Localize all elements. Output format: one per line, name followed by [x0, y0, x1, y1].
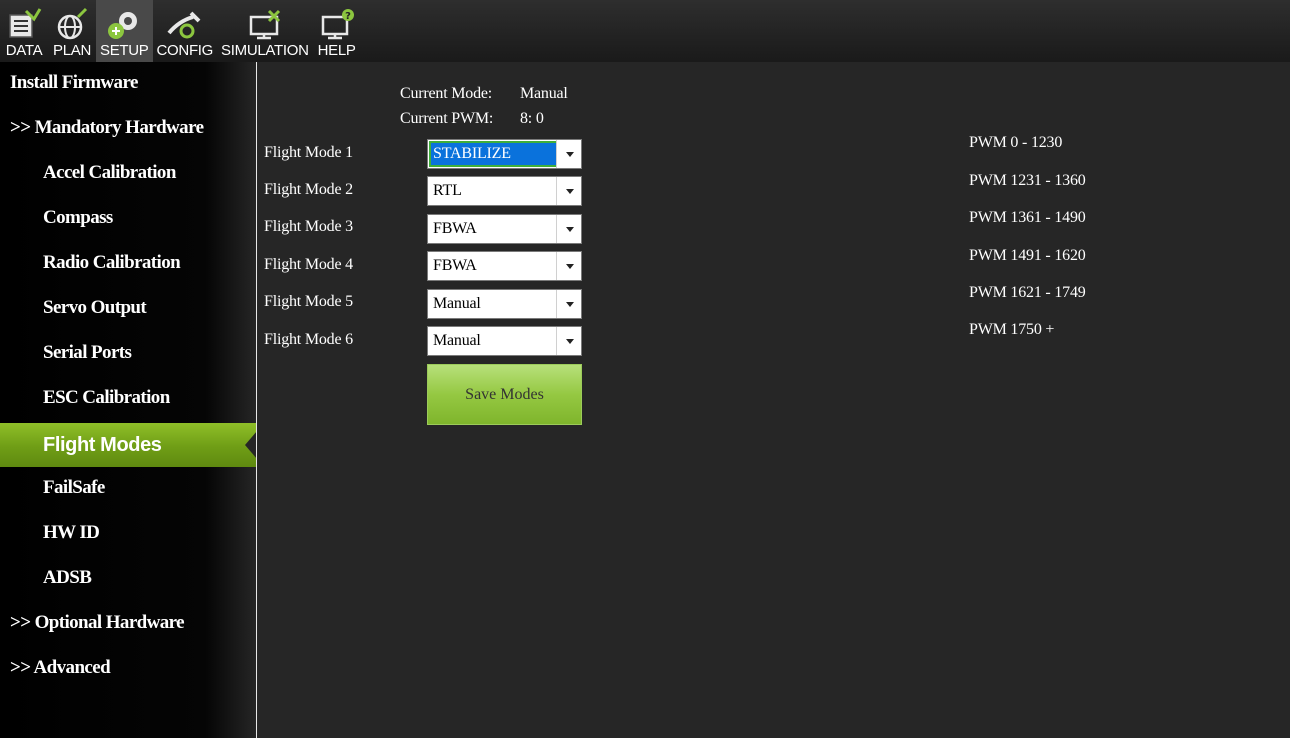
chevron-down-icon[interactable] — [556, 327, 581, 355]
save-modes-button[interactable]: Save Modes — [427, 364, 582, 425]
flight-mode-3-select[interactable]: FBWA — [427, 214, 582, 244]
flight-mode-2-select[interactable]: RTL — [427, 176, 582, 206]
sidebar-divider — [256, 62, 257, 738]
current-mode-label: Current Mode: — [400, 85, 493, 102]
svg-text:?: ? — [345, 11, 351, 22]
chevron-down-icon[interactable] — [556, 177, 581, 205]
sidebar-item-label: ADSB — [43, 567, 92, 588]
flight-mode-1-value: STABILIZE — [429, 141, 558, 167]
sidebar-item-accel-calibration[interactable]: Accel Calibration — [0, 151, 257, 195]
sidebar-item-label: >> Advanced — [10, 657, 111, 678]
menu-label: SETUP — [100, 42, 149, 59]
flight-mode-4-select[interactable]: FBWA — [427, 251, 582, 281]
flight-mode-6-value: Manual — [433, 332, 481, 349]
flight-mode-1-select[interactable]: STABILIZE — [427, 139, 582, 169]
flight-mode-2-value: RTL — [433, 182, 462, 199]
pwm-range-4: PWM 1491 - 1620 — [969, 247, 1086, 264]
sidebar-item-label: ESC Calibration — [43, 387, 170, 408]
sidebar-item-mandatory-hardware[interactable]: >> Mandatory Hardware — [0, 106, 257, 150]
menu-label: SIMULATION — [221, 42, 309, 59]
sidebar-item-optional-hardware[interactable]: >> Optional Hardware — [0, 601, 257, 645]
flight-mode-5-value: Manual — [433, 295, 481, 312]
chevron-down-icon[interactable] — [556, 140, 581, 168]
sidebar-item-esc-calibration[interactable]: ESC Calibration — [0, 376, 257, 420]
config-icon — [167, 11, 201, 39]
top-menu-bar: DATA PLAN SETUP CONFIG SIMULATION ? HELP — [0, 0, 1290, 62]
flight-mode-6-label: Flight Mode 6 — [264, 331, 353, 348]
sidebar-item-adsb[interactable]: ADSB — [0, 556, 257, 600]
sidebar-item-label: Compass — [43, 207, 113, 228]
menu-data[interactable]: DATA — [0, 0, 48, 62]
menu-label: HELP — [317, 42, 356, 59]
flight-mode-2-label: Flight Mode 2 — [264, 181, 353, 198]
sidebar-item-label: >> Mandatory Hardware — [10, 117, 204, 138]
pwm-range-6: PWM 1750 + — [969, 321, 1055, 338]
pwm-range-5: PWM 1621 - 1749 — [969, 284, 1086, 301]
pwm-range-2: PWM 1231 - 1360 — [969, 172, 1086, 189]
sidebar-item-radio-calibration[interactable]: Radio Calibration — [0, 241, 257, 285]
menu-config[interactable]: CONFIG — [153, 0, 218, 62]
sidebar-item-label: Accel Calibration — [43, 162, 176, 183]
pwm-range-3: PWM 1361 - 1490 — [969, 209, 1086, 226]
pwm-range-1: PWM 0 - 1230 — [969, 134, 1063, 151]
setup-sidebar: Install Firmware >> Mandatory Hardware A… — [0, 62, 257, 738]
chevron-down-icon[interactable] — [556, 252, 581, 280]
sidebar-item-failsafe[interactable]: FailSafe — [0, 466, 257, 510]
simulation-icon — [249, 9, 280, 40]
flight-mode-5-label: Flight Mode 5 — [264, 293, 353, 310]
chevron-down-icon[interactable] — [556, 290, 581, 318]
chevron-down-icon[interactable] — [556, 215, 581, 243]
sidebar-item-label: Radio Calibration — [43, 252, 181, 273]
flight-mode-5-select[interactable]: Manual — [427, 289, 582, 319]
flight-mode-6-select[interactable]: Manual — [427, 326, 582, 356]
menu-simulation[interactable]: SIMULATION — [217, 0, 313, 62]
menu-help[interactable]: ? HELP — [313, 0, 361, 62]
flight-mode-4-value: FBWA — [433, 257, 477, 274]
sidebar-item-label: HW ID — [43, 522, 100, 543]
flight-mode-1-label: Flight Mode 1 — [264, 144, 353, 161]
sidebar-item-compass[interactable]: Compass — [0, 196, 257, 240]
sidebar-item-label: Serial Ports — [43, 342, 132, 363]
setup-icon — [108, 12, 138, 39]
menu-setup[interactable]: SETUP — [96, 0, 153, 62]
flight-mode-3-label: Flight Mode 3 — [264, 218, 353, 235]
sidebar-item-label: FailSafe — [43, 477, 105, 498]
sidebar-item-label: Install Firmware — [10, 72, 138, 93]
menu-label: DATA — [5, 42, 43, 59]
sidebar-item-label: Servo Output — [43, 297, 147, 318]
plan-icon — [57, 7, 88, 40]
sidebar-item-hw-id[interactable]: HW ID — [0, 511, 257, 555]
sidebar-item-serial-ports[interactable]: Serial Ports — [0, 331, 257, 375]
flight-mode-3-value: FBWA — [433, 220, 477, 237]
data-icon — [9, 8, 42, 38]
sidebar-item-advanced[interactable]: >> Advanced — [0, 646, 257, 690]
current-pwm-value: 8: 0 — [520, 110, 544, 127]
help-icon: ? — [321, 9, 354, 40]
menu-plan[interactable]: PLAN — [48, 0, 96, 62]
flight-mode-4-label: Flight Mode 4 — [264, 256, 353, 273]
current-mode-value: Manual — [520, 85, 568, 102]
sidebar-item-install-firmware[interactable]: Install Firmware — [0, 61, 257, 105]
current-pwm-label: Current PWM: — [400, 110, 494, 127]
sidebar-item-flight-modes[interactable]: Flight Modes — [0, 423, 257, 467]
sidebar-item-servo-output[interactable]: Servo Output — [0, 286, 257, 330]
menu-label: PLAN — [53, 42, 91, 59]
menu-label: CONFIG — [156, 42, 214, 59]
sidebar-item-label: >> Optional Hardware — [10, 612, 185, 633]
sidebar-item-label: Flight Modes — [43, 433, 162, 456]
